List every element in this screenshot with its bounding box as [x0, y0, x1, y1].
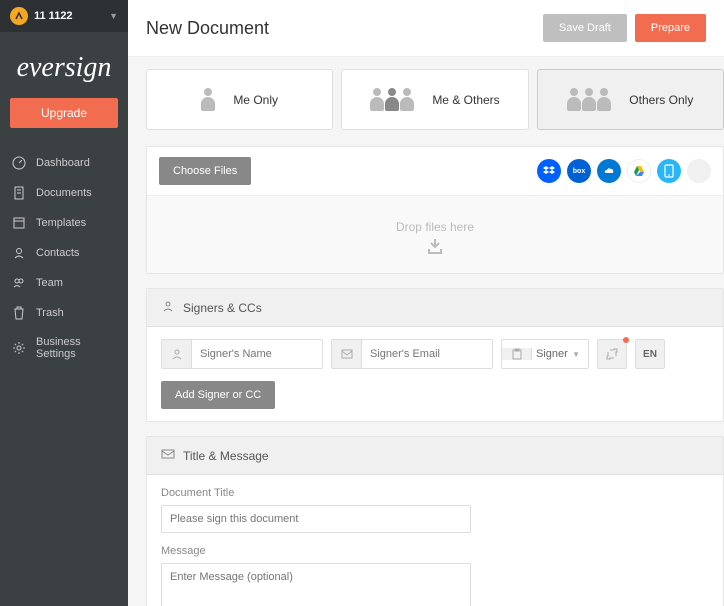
download-arrow-icon [147, 238, 723, 259]
signer-options-button[interactable] [597, 339, 627, 369]
signer-name-input[interactable] [192, 340, 322, 368]
envelope-icon [161, 447, 175, 464]
sidebar-item-trash[interactable]: Trash [0, 298, 128, 328]
main-content: New Document Save Draft Prepare Me Only … [128, 0, 724, 606]
prepare-button[interactable]: Prepare [635, 14, 706, 42]
upgrade-button[interactable]: Upgrade [10, 98, 118, 128]
sidebar-item-label: Dashboard [36, 157, 90, 169]
doc-title-input[interactable] [161, 505, 471, 533]
mode-card-label: Me & Others [432, 93, 499, 107]
save-draft-button[interactable]: Save Draft [543, 14, 627, 42]
signers-icon [161, 299, 175, 316]
gdrive-icon[interactable] [627, 159, 651, 183]
sidebar-item-settings[interactable]: Business Settings [0, 328, 128, 368]
person-icon [162, 340, 192, 368]
gear-icon [12, 341, 26, 355]
sidebar-item-contacts[interactable]: Contacts [0, 238, 128, 268]
doc-title-label: Document Title [161, 487, 709, 499]
box-icon[interactable]: box [567, 159, 591, 183]
sidebar-item-team[interactable]: Team [0, 268, 128, 298]
choose-files-button[interactable]: Choose Files [159, 157, 251, 185]
role-value: Signer [532, 348, 572, 360]
sidebar-item-label: Trash [36, 307, 64, 319]
dropbox-icon[interactable] [537, 159, 561, 183]
trash-icon [12, 306, 26, 320]
avatar [10, 7, 28, 25]
sidebar-item-dashboard[interactable]: Dashboard [0, 148, 128, 178]
page-title: New Document [146, 18, 269, 39]
add-signer-button[interactable]: Add Signer or CC [161, 381, 275, 409]
account-switcher[interactable]: 11 1122 ▼ [0, 0, 128, 32]
dropzone[interactable]: Drop files here [147, 196, 723, 273]
notification-dot [623, 337, 629, 343]
chevron-down-icon: ▼ [572, 350, 588, 359]
page-header: New Document Save Draft Prepare [128, 0, 724, 57]
clipboard-icon [502, 348, 532, 360]
more-sources-icon[interactable] [687, 159, 711, 183]
mode-card-label: Others Only [629, 93, 693, 107]
chevron-down-icon: ▼ [109, 11, 118, 21]
document-icon [12, 186, 26, 200]
mobile-icon[interactable] [657, 159, 681, 183]
files-section: Choose Files box Drop files here [146, 146, 724, 274]
signer-email-group [331, 339, 493, 369]
envelope-icon [332, 340, 362, 368]
signers-section: Signers & CCs Signer ▼ [146, 288, 724, 422]
sidebar: 11 1122 ▼ eversign Upgrade Dashboard Doc… [0, 0, 128, 606]
sidebar-item-templates[interactable]: Templates [0, 208, 128, 238]
mode-card-me-only[interactable]: Me Only [146, 69, 333, 130]
mode-card-label: Me Only [233, 93, 278, 107]
sidebar-item-label: Contacts [36, 247, 79, 259]
language-button[interactable]: EN [635, 339, 665, 369]
message-textarea[interactable] [161, 563, 471, 606]
sidebar-item-label: Team [36, 277, 63, 289]
logo: eversign [0, 32, 128, 98]
role-select[interactable]: Signer ▼ [501, 339, 589, 369]
language-code: EN [643, 349, 657, 360]
onedrive-icon[interactable] [597, 159, 621, 183]
sidebar-item-label: Templates [36, 217, 86, 229]
section-heading: Title & Message [183, 449, 269, 463]
mode-card-others-only[interactable]: Others Only [537, 69, 724, 130]
mode-card-me-others[interactable]: Me & Others [341, 69, 528, 130]
signer-row: Signer ▼ EN [161, 339, 709, 369]
template-icon [12, 216, 26, 230]
contacts-icon [12, 246, 26, 260]
signer-name-group [161, 339, 323, 369]
dashboard-icon [12, 156, 26, 170]
account-name: 11 1122 [34, 10, 73, 22]
sidebar-item-documents[interactable]: Documents [0, 178, 128, 208]
title-message-section: Title & Message Document Title Message [146, 436, 724, 606]
dropzone-text: Drop files here [147, 220, 723, 234]
mode-cards: Me Only Me & Others Others Only [146, 69, 724, 130]
sidebar-item-label: Documents [36, 187, 92, 199]
section-heading: Signers & CCs [183, 301, 262, 315]
sidebar-item-label: Business Settings [36, 336, 116, 360]
message-label: Message [161, 545, 709, 557]
signer-email-input[interactable] [362, 340, 492, 368]
team-icon [12, 276, 26, 290]
